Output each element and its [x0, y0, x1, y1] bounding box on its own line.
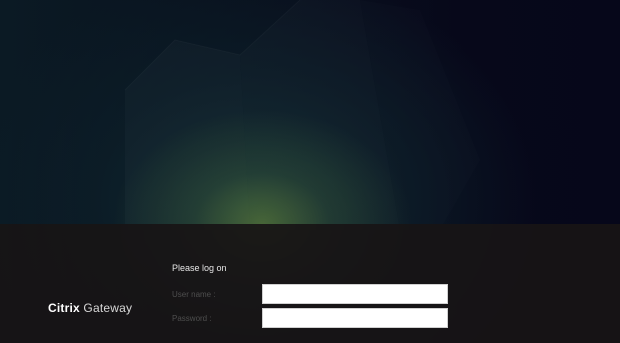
brand-name-light: Gateway — [83, 301, 133, 315]
login-page-background: Citrix Gateway Please log on User name :… — [0, 0, 620, 343]
password-label: Password : — [172, 314, 212, 323]
username-input[interactable] — [262, 284, 448, 304]
citrix-gateway-logo: Citrix Gateway — [48, 301, 132, 315]
login-prompt: Please log on — [172, 263, 227, 273]
brand-name-bold: Citrix — [48, 301, 80, 315]
fan-panel-left — [125, 40, 250, 230]
username-label: User name : — [172, 290, 216, 299]
password-input[interactable] — [262, 308, 448, 328]
